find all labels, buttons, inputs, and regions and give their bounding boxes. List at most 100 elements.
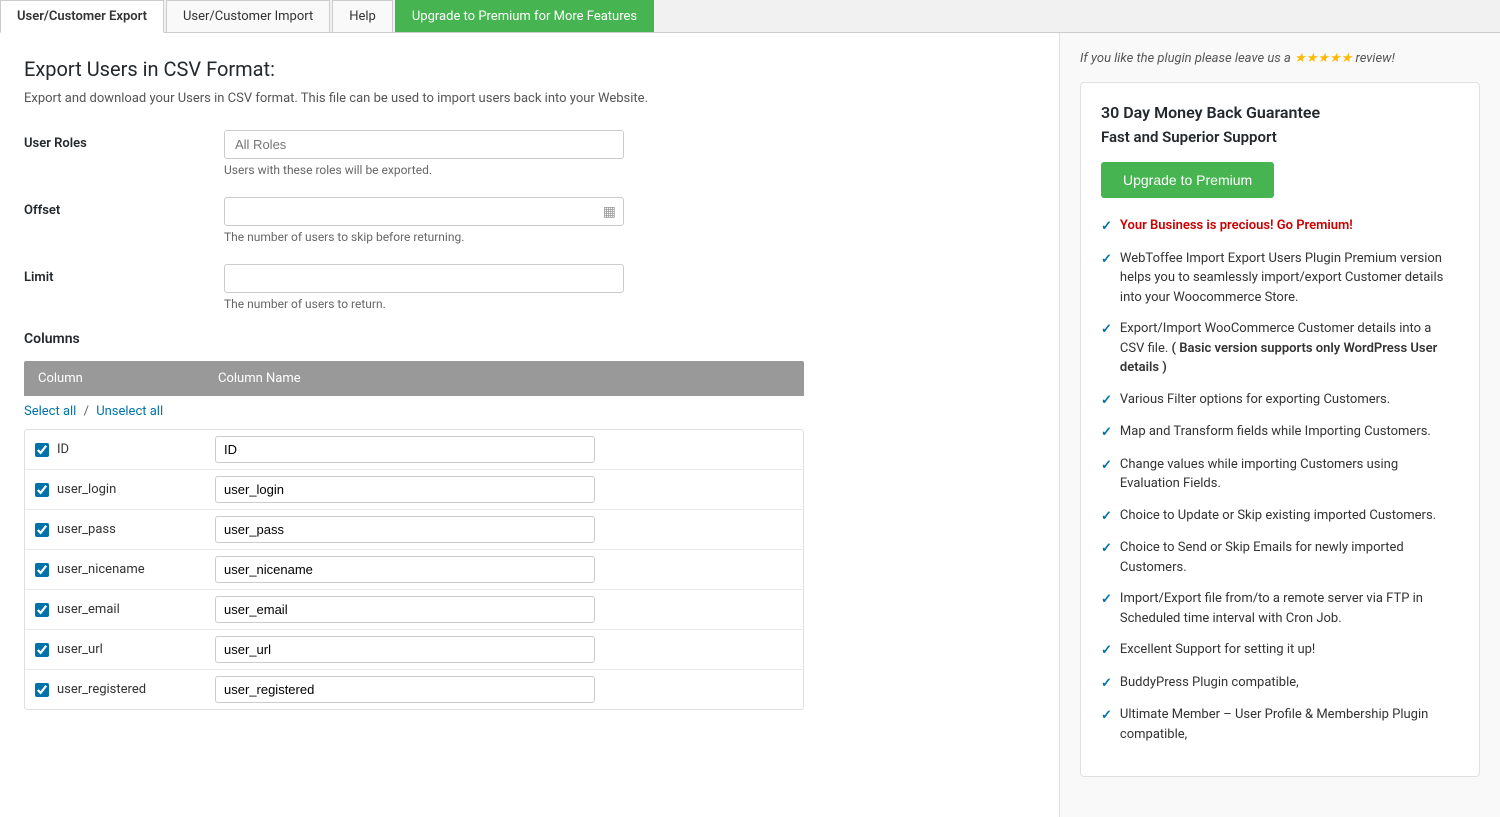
tab-help[interactable]: Help — [332, 0, 393, 32]
feature-text: Excellent Support for setting it up! — [1120, 640, 1315, 660]
tabs-bar: User/Customer Export User/Customer Impor… — [0, 0, 1500, 33]
col-checkbox[interactable] — [35, 603, 49, 617]
list-item: ✓Various Filter options for exporting Cu… — [1101, 390, 1459, 411]
upgrade-premium-button[interactable]: Upgrade to Premium — [1101, 162, 1274, 198]
limit-hint: The number of users to return. — [224, 297, 1035, 311]
offset-input[interactable]: 0 — [224, 197, 624, 226]
list-item: ✓Map and Transform fields while Importin… — [1101, 422, 1459, 443]
list-item: ✓ Your Business is precious! Go Premium! — [1101, 216, 1459, 237]
column-header-name: Column Name — [204, 361, 804, 396]
feature-text: Ultimate Member – User Profile & Members… — [1120, 705, 1459, 744]
user-roles-field: Users with these roles will be exported. — [224, 130, 1035, 177]
col-name-input[interactable] — [215, 636, 595, 663]
review-suffix: review! — [1356, 51, 1395, 66]
checkmark-icon: ✓ — [1101, 507, 1112, 527]
col-checkbox[interactable] — [35, 443, 49, 457]
features-list: ✓Your Business is precious! Go Premium!✓… — [1101, 216, 1459, 744]
feature-text: Choice to Send or Skip Emails for newly … — [1120, 538, 1459, 577]
page-description: Export and download your Users in CSV fo… — [24, 91, 1035, 106]
list-item: ✓ Choice to Send or Skip Emails for newly… — [1101, 538, 1459, 577]
tab-import[interactable]: User/Customer Import — [166, 0, 330, 32]
table-row: user_nicename — [25, 550, 803, 590]
select-links: Select all / Unselect all — [24, 404, 1035, 419]
checkmark-icon: ✓ — [1101, 320, 1112, 340]
col-name-input[interactable] — [215, 556, 595, 583]
table-row: user_registered — [25, 670, 803, 709]
table-row: user_email — [25, 590, 803, 630]
money-back-text: 30 Day Money Back Guarantee — [1101, 103, 1459, 122]
review-text: If you like the plugin please leave us a… — [1080, 51, 1480, 66]
tab-upgrade[interactable]: Upgrade to Premium for More Features — [395, 0, 654, 32]
unselect-all-link[interactable]: Unselect all — [96, 404, 163, 419]
feature-text: Import/Export file from/to a remote serv… — [1120, 589, 1459, 628]
col-key: user_email — [57, 602, 120, 617]
col-name-input[interactable] — [215, 676, 595, 703]
col-key: ID — [57, 442, 69, 457]
user-roles-label: User Roles — [24, 130, 224, 151]
col-checkbox[interactable] — [35, 563, 49, 577]
list-item: ✓ Change values while importing Customers… — [1101, 455, 1459, 494]
col-name-input[interactable] — [215, 596, 595, 623]
list-item: ✓WebToffee Import Export Users Plugin Pr… — [1101, 249, 1459, 308]
list-item: ✓Export/Import WooCommerce Customer deta… — [1101, 319, 1459, 378]
list-item: ✓ BuddyPress Plugin compatible, — [1101, 673, 1459, 694]
list-item: ✓ Excellent Support for setting it up! — [1101, 640, 1459, 661]
checkmark-icon: ✓ — [1101, 217, 1112, 237]
limit-field: Unlimited The number of users to return. — [224, 264, 1035, 311]
col-checkbox[interactable] — [35, 683, 49, 697]
col-key: user_url — [57, 642, 103, 657]
col-name-cell — [205, 470, 803, 509]
feature-text: Choice to Update or Skip existing import… — [1120, 506, 1436, 526]
column-header-col: Column — [24, 361, 204, 396]
calendar-icon: ▦ — [603, 204, 616, 220]
checkmark-icon: ✓ — [1101, 674, 1112, 694]
col-checkbox[interactable] — [35, 523, 49, 537]
col-name-cell — [205, 670, 803, 709]
checkmark-icon: ✓ — [1101, 539, 1112, 559]
support-text: Fast and Superior Support — [1101, 128, 1459, 146]
col-check-cell: user_nicename — [25, 554, 205, 585]
col-key: user_login — [57, 482, 116, 497]
offset-hint: The number of users to skip before retur… — [224, 230, 1035, 244]
columns-title: Columns — [24, 331, 1035, 347]
page-title: Export Users in CSV Format: — [24, 57, 1035, 81]
col-name-input[interactable] — [215, 436, 595, 463]
list-item: ✓ Choice to Update or Skip existing impor… — [1101, 506, 1459, 527]
column-rows: ID user_login user_pass user_nicename — [24, 429, 804, 710]
user-roles-input[interactable] — [224, 130, 624, 159]
checkmark-icon: ✓ — [1101, 641, 1112, 661]
col-check-cell: user_pass — [25, 514, 205, 545]
select-all-link[interactable]: Select all — [24, 404, 76, 419]
checkmark-icon: ✓ — [1101, 590, 1112, 610]
checkmark-icon: ✓ — [1101, 250, 1112, 270]
limit-row: Limit Unlimited The number of users to r… — [24, 264, 1035, 311]
right-sidebar: If you like the plugin please leave us a… — [1060, 33, 1500, 817]
review-stars: ★★★★★ — [1294, 51, 1352, 66]
checkmark-icon: ✓ — [1101, 456, 1112, 476]
col-name-input[interactable] — [215, 476, 595, 503]
offset-row: Offset 0 ▦ The number of users to skip b… — [24, 197, 1035, 244]
col-name-cell — [205, 630, 803, 669]
tab-export[interactable]: User/Customer Export — [0, 0, 164, 33]
feature-text: Change values while importing Customers … — [1120, 455, 1459, 494]
feature-text: BuddyPress Plugin compatible, — [1120, 673, 1299, 693]
list-item: ✓ Import/Export file from/to a remote ser… — [1101, 589, 1459, 628]
user-roles-row: User Roles Users with these roles will b… — [24, 130, 1035, 177]
col-name-cell — [205, 550, 803, 589]
checkmark-icon: ✓ — [1101, 391, 1112, 411]
col-name-input[interactable] — [215, 516, 595, 543]
col-check-cell: user_registered — [25, 674, 205, 705]
columns-table-header: Column Column Name — [24, 361, 804, 396]
feature-text: Your Business is precious! Go Premium! — [1120, 216, 1353, 236]
left-panel: Export Users in CSV Format: Export and d… — [0, 33, 1060, 817]
col-checkbox[interactable] — [35, 483, 49, 497]
col-check-cell: user_url — [25, 634, 205, 665]
col-name-cell — [205, 430, 803, 469]
col-check-cell: user_email — [25, 594, 205, 625]
limit-input[interactable]: Unlimited — [224, 264, 624, 293]
col-checkbox[interactable] — [35, 643, 49, 657]
columns-section: Columns Column Column Name Select all / … — [24, 331, 1035, 710]
col-key: user_pass — [57, 522, 116, 537]
checkmark-icon: ✓ — [1101, 706, 1112, 726]
col-check-cell: user_login — [25, 474, 205, 505]
